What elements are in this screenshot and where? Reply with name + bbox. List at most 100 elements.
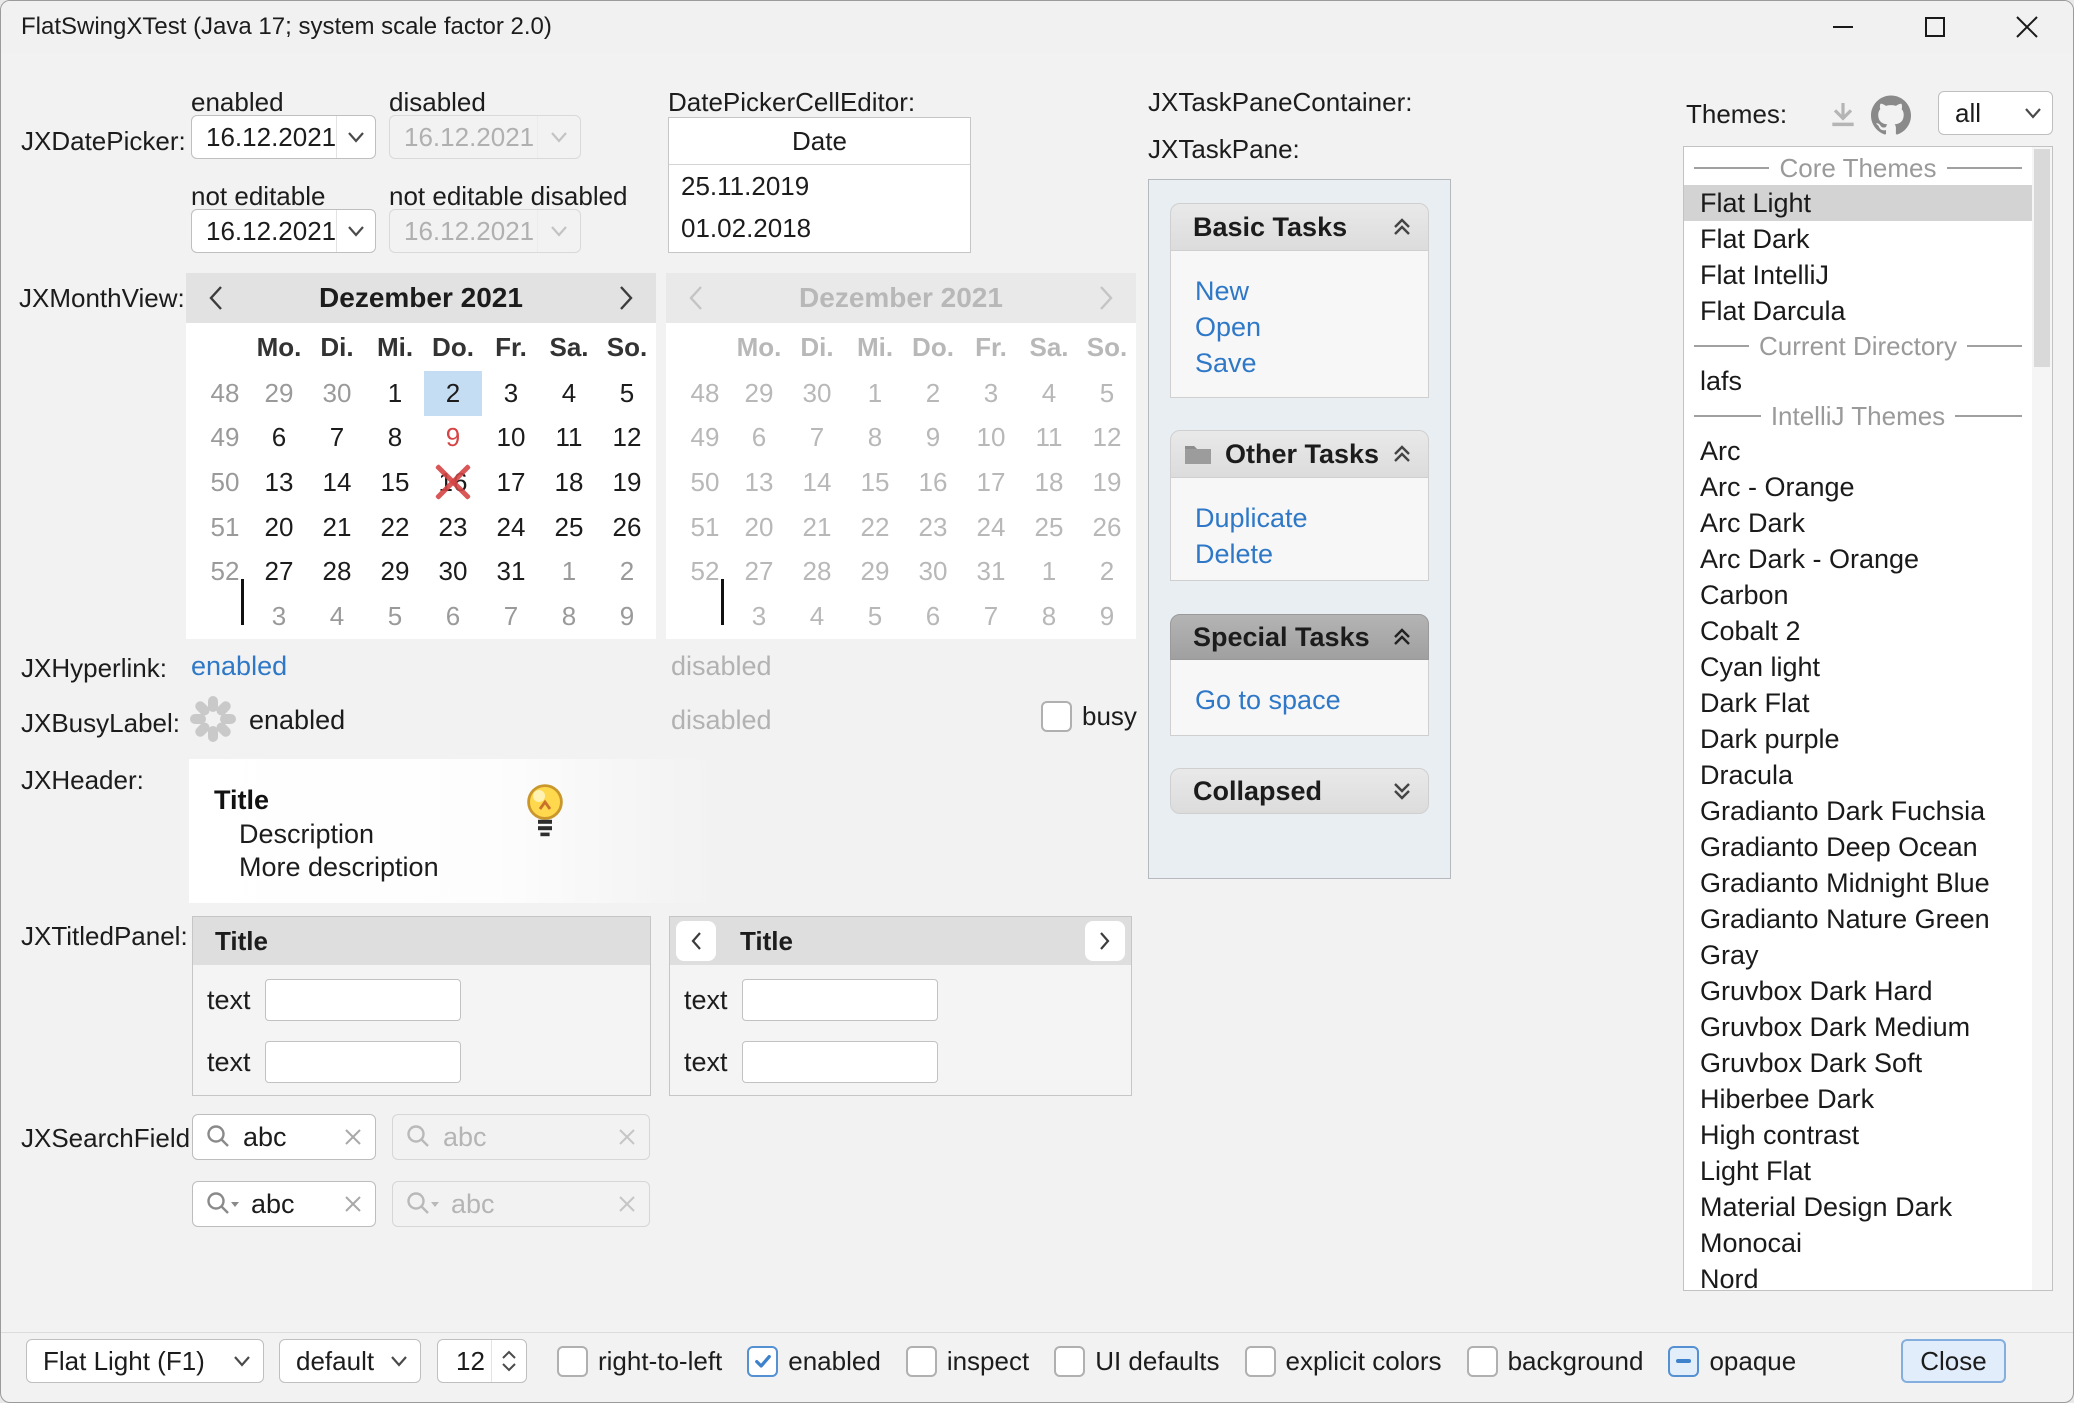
theme-list-item[interactable]: Dark Flat xyxy=(1684,685,2032,721)
checkbox-ui-defaults[interactable]: UI defaults xyxy=(1054,1346,1219,1377)
theme-list-item[interactable]: Gradianto Dark Fuchsia xyxy=(1684,793,2032,829)
datepicker-value[interactable]: 16.12.2021 xyxy=(192,216,336,247)
checkbox-box[interactable] xyxy=(1668,1346,1699,1377)
theme-list-item[interactable]: Cyan light xyxy=(1684,649,2032,685)
spinner-down-icon[interactable] xyxy=(501,1362,517,1372)
font-size-spinner[interactable]: 12 xyxy=(437,1339,527,1383)
checkbox-busy[interactable]: busy xyxy=(1041,701,1137,732)
chevron-right-icon[interactable] xyxy=(596,285,656,311)
calendar-day[interactable]: 30 xyxy=(424,549,482,594)
text-input[interactable] xyxy=(265,979,461,1021)
calendar-day[interactable]: 3 xyxy=(482,371,540,416)
calendar-day[interactable]: 3 xyxy=(250,594,308,639)
hyperlink-enabled[interactable]: enabled xyxy=(191,651,287,682)
chevron-left-icon[interactable] xyxy=(186,285,246,311)
theme-list-item[interactable]: lafs xyxy=(1684,363,2032,399)
theme-list-item[interactable]: Gradianto Midnight Blue xyxy=(1684,865,2032,901)
theme-list-item[interactable]: Hiberbee Dark xyxy=(1684,1081,2032,1117)
github-icon[interactable] xyxy=(1871,95,1911,135)
theme-list-item[interactable]: Flat IntelliJ xyxy=(1684,257,2032,293)
combobox-value[interactable]: default xyxy=(280,1346,390,1377)
nav-right-button[interactable] xyxy=(1085,921,1125,961)
task-link[interactable]: Open xyxy=(1195,311,1428,347)
calendar-day[interactable]: 31 xyxy=(482,549,540,594)
calendar-day[interactable]: 1 xyxy=(540,549,598,594)
checkbox-box[interactable] xyxy=(906,1346,937,1377)
download-icon[interactable] xyxy=(1827,99,1859,131)
collapse-icon[interactable] xyxy=(1390,625,1414,649)
themes-filter-combobox[interactable]: all xyxy=(1938,91,2053,135)
calendar-day[interactable]: 21 xyxy=(308,505,366,550)
scrollbar-thumb[interactable] xyxy=(2034,149,2050,367)
table-row[interactable]: 25.11.2019 xyxy=(669,165,970,207)
taskpane-header[interactable]: Other Tasks xyxy=(1170,430,1429,478)
taskpane-header[interactable]: Basic Tasks xyxy=(1170,203,1429,251)
task-link[interactable]: Save xyxy=(1195,347,1428,383)
calendar-day[interactable]: 9 xyxy=(598,594,656,639)
calendar-day[interactable]: 14 xyxy=(308,460,366,505)
minimize-button[interactable] xyxy=(1797,1,1889,53)
checkbox-box[interactable] xyxy=(1467,1346,1498,1377)
calendar-day[interactable]: 23 xyxy=(424,505,482,550)
theme-list-item[interactable]: Material Design Dark xyxy=(1684,1189,2032,1225)
search-dropdown-icon[interactable] xyxy=(205,1190,241,1218)
task-link[interactable]: Duplicate xyxy=(1195,502,1428,538)
calendar-day[interactable]: 20 xyxy=(250,505,308,550)
datepicker-value[interactable]: 16.12.2021 xyxy=(192,122,336,153)
calendar-day[interactable]: 22 xyxy=(366,505,424,550)
taskpane-header[interactable]: Special Tasks xyxy=(1170,614,1429,660)
task-link[interactable]: Delete xyxy=(1195,538,1428,574)
theme-list-item[interactable]: Dark purple xyxy=(1684,721,2032,757)
calendar-day[interactable]: 26 xyxy=(598,505,656,550)
maximize-button[interactable] xyxy=(1889,1,1981,53)
spinner-up-icon[interactable] xyxy=(501,1350,517,1360)
theme-list-item[interactable]: Cobalt 2 xyxy=(1684,613,2032,649)
checkbox-box[interactable] xyxy=(747,1346,778,1377)
theme-list-item[interactable]: Flat Light xyxy=(1684,185,2032,221)
calendar-day[interactable]: 2 xyxy=(424,371,482,416)
task-link[interactable]: Go to space xyxy=(1195,684,1428,720)
close-window-button[interactable] xyxy=(1981,1,2073,53)
calendar-day[interactable]: 16 xyxy=(424,460,482,505)
calendar-day[interactable]: 8 xyxy=(366,416,424,461)
nav-left-button[interactable] xyxy=(676,921,716,961)
theme-list-item[interactable]: Carbon xyxy=(1684,577,2032,613)
calendar-day[interactable]: 30 xyxy=(308,371,366,416)
calendar-day[interactable]: 18 xyxy=(540,460,598,505)
checkbox-box[interactable] xyxy=(1041,701,1072,732)
close-button[interactable]: Close xyxy=(1901,1339,2006,1383)
calendar-day[interactable]: 29 xyxy=(366,549,424,594)
chevron-down-icon[interactable] xyxy=(336,116,375,158)
theme-list-item[interactable]: Arc Dark - Orange xyxy=(1684,541,2032,577)
calendar-day[interactable]: 4 xyxy=(308,594,366,639)
checkbox-box[interactable] xyxy=(1054,1346,1085,1377)
calendar-day[interactable]: 6 xyxy=(424,594,482,639)
calendar-day[interactable]: 11 xyxy=(540,416,598,461)
scrollbar[interactable] xyxy=(2032,147,2052,1290)
searchfield-menu-enabled[interactable]: abc xyxy=(192,1181,376,1227)
checkbox-background[interactable]: background xyxy=(1467,1346,1644,1377)
calendar-day[interactable]: 4 xyxy=(540,371,598,416)
calendar-day[interactable]: 25 xyxy=(540,505,598,550)
clear-icon[interactable] xyxy=(343,1127,363,1147)
collapse-icon[interactable] xyxy=(1390,215,1414,239)
theme-list-item[interactable]: Gruvbox Dark Medium xyxy=(1684,1009,2032,1045)
theme-list-item[interactable]: High contrast xyxy=(1684,1117,2032,1153)
checkbox-box[interactable] xyxy=(1245,1346,1276,1377)
table-row[interactable]: 01.02.2018 xyxy=(669,207,970,249)
calendar-day[interactable]: 6 xyxy=(250,416,308,461)
calendar-day[interactable]: 5 xyxy=(598,371,656,416)
style-combobox[interactable]: default xyxy=(279,1339,421,1383)
theme-list-item[interactable]: Gray xyxy=(1684,937,2032,973)
combobox-value[interactable]: Flat Light (F1) xyxy=(27,1346,233,1377)
calendar-day[interactable]: 5 xyxy=(366,594,424,639)
theme-list-item[interactable]: Flat Darcula xyxy=(1684,293,2032,329)
chevron-down-icon[interactable] xyxy=(336,210,375,252)
text-input[interactable] xyxy=(742,979,938,1021)
calendar-day[interactable]: 7 xyxy=(308,416,366,461)
theme-list-item[interactable]: Light Flat xyxy=(1684,1153,2032,1189)
calendar-day[interactable]: 2 xyxy=(598,549,656,594)
checkbox-explicit-colors[interactable]: explicit colors xyxy=(1245,1346,1442,1377)
spinner-value[interactable]: 12 xyxy=(438,1340,491,1382)
calendar-day[interactable]: 17 xyxy=(482,460,540,505)
